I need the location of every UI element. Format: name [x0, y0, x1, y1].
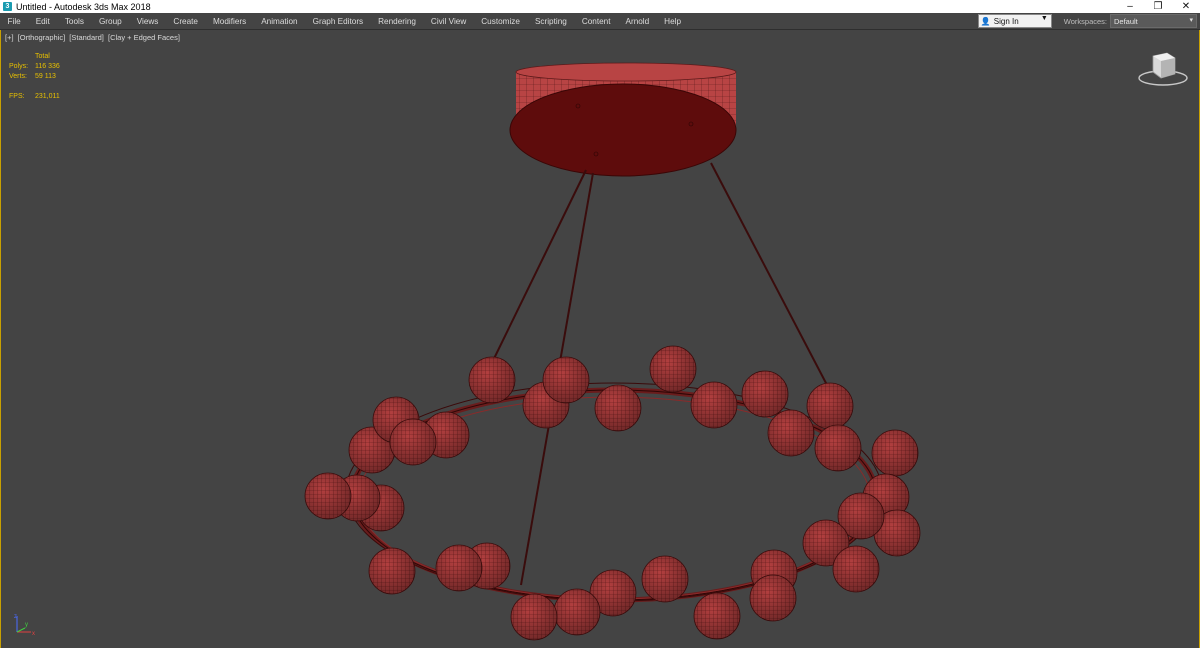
- workspace-select[interactable]: Default ▾: [1110, 14, 1197, 28]
- light-sphere-shading: [511, 594, 557, 640]
- title-bar: 3 Untitled - Autodesk 3ds Max 2018 – ❐ ✕: [0, 0, 1200, 13]
- menu-modifiers[interactable]: Modifiers: [205, 17, 253, 26]
- sign-in-label: Sign In: [993, 16, 1019, 26]
- menu-edit[interactable]: Edit: [28, 17, 57, 26]
- axis-tripod-icon: x y z: [14, 614, 35, 637]
- light-sphere-shading: [694, 593, 740, 639]
- axis-y-label: y: [25, 622, 28, 628]
- menu-graph-editors[interactable]: Graph Editors: [305, 17, 371, 26]
- light-sphere-shading: [642, 556, 688, 602]
- light-sphere-shading: [750, 575, 796, 621]
- workspace-value: Default: [1114, 16, 1138, 26]
- light-sphere-shading: [650, 346, 696, 392]
- scene-canvas[interactable]: [1, 30, 1199, 648]
- light-sphere-shading: [872, 430, 918, 476]
- light-sphere-shading: [469, 357, 515, 403]
- chevron-down-icon: ▾: [1189, 17, 1193, 24]
- light-sphere-shading: [807, 383, 853, 429]
- menu-rendering[interactable]: Rendering: [371, 17, 424, 26]
- verts-label: Verts:: [9, 73, 27, 80]
- viewport-shading-menu[interactable]: [Clay + Edged Faces]: [108, 33, 180, 42]
- close-button[interactable]: ✕: [1172, 0, 1200, 13]
- app-logo-icon: 3: [3, 2, 12, 11]
- chevron-down-icon: ▼: [1040, 15, 1048, 22]
- light-sphere-shading: [305, 473, 351, 519]
- ceiling-canopy[interactable]: [509, 62, 737, 177]
- menu-group[interactable]: Group: [91, 17, 129, 26]
- scene-statistics: Total Polys: 116 336 Verts: 59 113 FPS: 231…: [9, 52, 60, 102]
- viewport-general-menu[interactable]: [+]: [5, 33, 14, 42]
- user-icon: 👤: [980, 16, 991, 26]
- menu-civil-view[interactable]: Civil View: [423, 17, 473, 26]
- fps-label: FPS:: [9, 93, 25, 100]
- menu-scripting[interactable]: Scripting: [527, 17, 574, 26]
- minimize-button[interactable]: –: [1116, 0, 1144, 13]
- polys-value: 116 336: [35, 63, 60, 70]
- light-sphere-shading: [390, 419, 436, 465]
- menu-customize[interactable]: Customize: [474, 17, 528, 26]
- menu-create[interactable]: Create: [166, 17, 206, 26]
- light-sphere-shading: [436, 545, 482, 591]
- light-sphere-shading: [554, 589, 600, 635]
- viewcube-icon[interactable]: [1135, 50, 1191, 94]
- restore-button[interactable]: ❐: [1144, 0, 1172, 13]
- axis-z-label: z: [14, 614, 17, 620]
- menu-animation[interactable]: Animation: [254, 17, 305, 26]
- sign-in-dropdown[interactable]: 👤 Sign In ▼: [977, 14, 1052, 28]
- light-sphere-shading: [815, 425, 861, 471]
- perspective-viewport[interactable]: [+] [Orthographic] [Standard] [Clay + Ed…: [0, 30, 1200, 648]
- viewport-standard-menu[interactable]: [Standard]: [69, 33, 104, 42]
- window-title: Untitled - Autodesk 3ds Max 2018: [16, 1, 151, 12]
- fps-value: 231,011: [35, 93, 60, 100]
- menu-bar: File Edit Tools Group Views Create Modifiers An…: [0, 13, 1200, 30]
- menu-views[interactable]: Views: [129, 17, 166, 26]
- menu-help[interactable]: Help: [657, 17, 689, 26]
- menu-file[interactable]: File: [0, 17, 28, 26]
- light-sphere-shading: [543, 357, 589, 403]
- light-spheres: [304, 345, 921, 641]
- workspaces-label: Workspaces:: [1063, 16, 1107, 26]
- menu-items: File Edit Tools Group Views Create Modifiers An…: [0, 17, 689, 26]
- light-sphere-shading: [833, 546, 879, 592]
- stats-header: Total: [35, 53, 50, 60]
- menu-tools[interactable]: Tools: [57, 17, 91, 26]
- light-sphere-shading: [742, 371, 788, 417]
- axis-x-label: x: [32, 631, 35, 637]
- menu-arnold[interactable]: Arnold: [618, 17, 657, 26]
- light-sphere-shading: [369, 548, 415, 594]
- light-sphere-shading: [768, 410, 814, 456]
- light-sphere-shading: [595, 385, 641, 431]
- viewport-point-of-view-menu[interactable]: [Orthographic]: [18, 33, 66, 42]
- viewport-label-menu: [+] [Orthographic] [Standard] [Clay + Ed…: [5, 33, 182, 42]
- light-sphere-shading: [691, 382, 737, 428]
- menu-content[interactable]: Content: [574, 17, 618, 26]
- polys-label: Polys:: [9, 63, 29, 70]
- verts-value: 59 113: [35, 73, 56, 80]
